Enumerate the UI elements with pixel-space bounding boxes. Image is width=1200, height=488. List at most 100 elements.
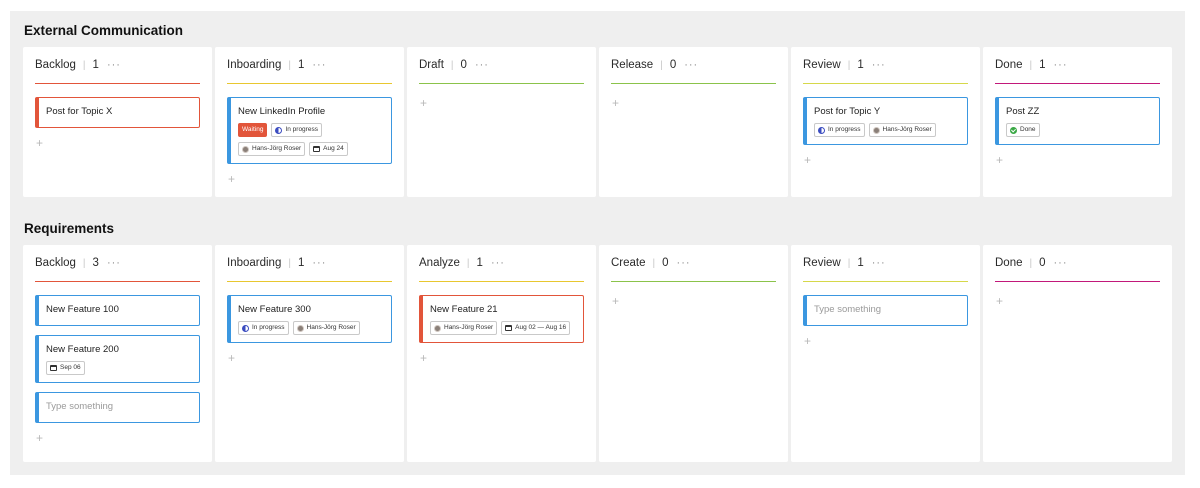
column-header[interactable]: Backlog | 1 ··· bbox=[35, 47, 200, 83]
column-title: Backlog bbox=[35, 257, 76, 269]
chip-label: Waiting bbox=[242, 126, 264, 133]
add-card-icon[interactable]: + bbox=[36, 137, 200, 149]
add-card-icon[interactable]: + bbox=[612, 97, 776, 109]
task-card[interactable]: Post for Topic X bbox=[35, 97, 200, 128]
new-card-input[interactable]: Type something bbox=[803, 295, 968, 326]
add-card-icon[interactable]: + bbox=[420, 97, 584, 109]
column-title: Inboarding bbox=[227, 59, 282, 71]
column-header[interactable]: Review | 1 ··· bbox=[803, 47, 968, 83]
divider: | bbox=[847, 257, 851, 269]
task-card[interactable]: New Feature 100 bbox=[35, 295, 200, 326]
card-list: Post ZZ Done bbox=[995, 97, 1160, 145]
assignee-chip[interactable]: Hans-Jörg Roser bbox=[292, 321, 360, 335]
chip-label: Sep 06 bbox=[60, 364, 81, 371]
more-options-icon[interactable]: ··· bbox=[107, 257, 121, 269]
card-title: Post for Topic Y bbox=[814, 106, 881, 117]
add-card-icon[interactable]: + bbox=[996, 295, 1160, 307]
calendar-icon bbox=[313, 146, 321, 152]
more-options-icon[interactable]: ··· bbox=[491, 257, 505, 269]
card-meta-row: Sep 06 bbox=[46, 361, 191, 375]
task-card[interactable]: New Feature 21 Hans-Jörg Roser Aug 02 — Au… bbox=[419, 295, 584, 343]
column-count: 0 bbox=[669, 59, 677, 71]
column-count: 1 bbox=[1039, 59, 1046, 71]
card-title: New LinkedIn Profile bbox=[238, 106, 326, 117]
task-card[interactable]: Post for Topic Y In progress Hans-Jörg Ros… bbox=[803, 97, 968, 145]
column-title: Backlog bbox=[35, 59, 76, 71]
more-options-icon[interactable]: ··· bbox=[475, 59, 489, 71]
columns-row: Backlog | 3 ··· New Feature 100 New Featu… bbox=[23, 245, 1172, 462]
new-card-input[interactable]: Type something bbox=[35, 392, 200, 423]
add-card-icon[interactable]: + bbox=[612, 295, 776, 307]
status-badge[interactable]: Waiting bbox=[238, 123, 268, 137]
task-card[interactable]: New LinkedIn Profile Waiting In progress Ha… bbox=[227, 97, 392, 164]
card-meta-row: Waiting In progress bbox=[238, 123, 383, 137]
divider: | bbox=[288, 59, 291, 71]
status-chip[interactable]: Done bbox=[1006, 123, 1040, 137]
task-card[interactable]: New Feature 300 In progress Hans-Jörg Rose… bbox=[227, 295, 392, 343]
more-options-icon[interactable]: ··· bbox=[677, 257, 691, 269]
add-card-icon[interactable]: + bbox=[804, 154, 968, 166]
card-list: Post for Topic X bbox=[35, 97, 200, 128]
column-header[interactable]: Inboarding | 1 ··· bbox=[227, 47, 392, 83]
more-options-icon[interactable]: ··· bbox=[1054, 257, 1068, 269]
status-chip[interactable]: In progress bbox=[271, 123, 322, 137]
column-color-bar bbox=[611, 281, 776, 282]
more-options-icon[interactable]: ··· bbox=[312, 59, 326, 71]
task-card[interactable]: New Feature 200 Sep 06 bbox=[35, 335, 200, 383]
task-card[interactable]: Post ZZ Done bbox=[995, 97, 1160, 145]
column-header[interactable]: Done | 0 ··· bbox=[995, 245, 1160, 281]
avatar bbox=[242, 145, 249, 153]
chip-label: Hans-Jörg Roser bbox=[444, 324, 494, 331]
column-count: 0 bbox=[1039, 257, 1046, 269]
add-card-icon[interactable]: + bbox=[228, 173, 392, 185]
due-date-chip[interactable]: Aug 24 bbox=[309, 142, 348, 156]
board-column: Backlog | 1 ··· Post for Topic X + bbox=[23, 47, 212, 197]
progress-icon bbox=[242, 324, 249, 332]
due-date-chip[interactable]: Aug 02 — Aug 16 bbox=[501, 321, 571, 335]
column-count: 0 bbox=[460, 59, 467, 71]
column-header[interactable]: Review | 1 ··· bbox=[803, 245, 968, 281]
status-chip[interactable]: In progress bbox=[814, 123, 865, 137]
add-card-icon[interactable]: + bbox=[228, 352, 392, 364]
add-card-icon[interactable]: + bbox=[36, 432, 200, 444]
column-header[interactable]: Done | 1 ··· bbox=[995, 47, 1160, 83]
column-header[interactable]: Inboarding | 1 ··· bbox=[227, 245, 392, 281]
more-options-icon[interactable]: ··· bbox=[312, 257, 326, 269]
column-color-bar bbox=[803, 83, 968, 84]
more-options-icon[interactable]: ··· bbox=[872, 257, 886, 269]
column-title: Inboarding bbox=[227, 257, 282, 269]
divider: | bbox=[288, 257, 291, 269]
column-color-bar bbox=[35, 281, 200, 282]
board-column: Release | 0 ··· + bbox=[599, 47, 788, 197]
more-options-icon[interactable]: ··· bbox=[1054, 59, 1068, 71]
column-title: Done bbox=[995, 59, 1023, 71]
card-meta-row: Hans-Jörg Roser Aug 02 — Aug 16 bbox=[430, 321, 575, 335]
column-header[interactable]: Create | 0 ··· bbox=[611, 245, 776, 281]
assignee-chip[interactable]: Hans-Jörg Roser bbox=[868, 123, 936, 137]
chip-label: In progress bbox=[285, 126, 318, 133]
divider: | bbox=[847, 59, 851, 71]
column-color-bar bbox=[995, 83, 1160, 84]
column-color-bar bbox=[419, 83, 584, 84]
column-count: 1 bbox=[92, 59, 99, 71]
column-count: 1 bbox=[297, 59, 305, 71]
assignee-chip[interactable]: Hans-Jörg Roser bbox=[238, 142, 306, 156]
card-title: New Feature 21 bbox=[430, 304, 498, 315]
more-options-icon[interactable]: ··· bbox=[684, 59, 698, 71]
add-card-icon[interactable]: + bbox=[996, 154, 1160, 166]
calendar-icon bbox=[505, 325, 513, 331]
add-card-icon[interactable]: + bbox=[804, 335, 968, 347]
column-header[interactable]: Draft | 0 ··· bbox=[419, 47, 584, 83]
column-header[interactable]: Analyze | 1 ··· bbox=[419, 245, 584, 281]
column-header[interactable]: Backlog | 3 ··· bbox=[35, 245, 200, 281]
status-chip[interactable]: In progress bbox=[238, 321, 289, 335]
column-count: 1 bbox=[857, 59, 864, 71]
due-date-chip[interactable]: Sep 06 bbox=[46, 361, 85, 375]
card-meta-row: In progress Hans-Jörg Roser bbox=[814, 123, 959, 137]
more-options-icon[interactable]: ··· bbox=[872, 59, 886, 71]
more-options-icon[interactable]: ··· bbox=[107, 59, 121, 71]
add-card-icon[interactable]: + bbox=[420, 352, 584, 364]
assignee-chip[interactable]: Hans-Jörg Roser bbox=[430, 321, 498, 335]
column-header[interactable]: Release | 0 ··· bbox=[611, 47, 776, 83]
divider: | bbox=[1029, 257, 1033, 269]
